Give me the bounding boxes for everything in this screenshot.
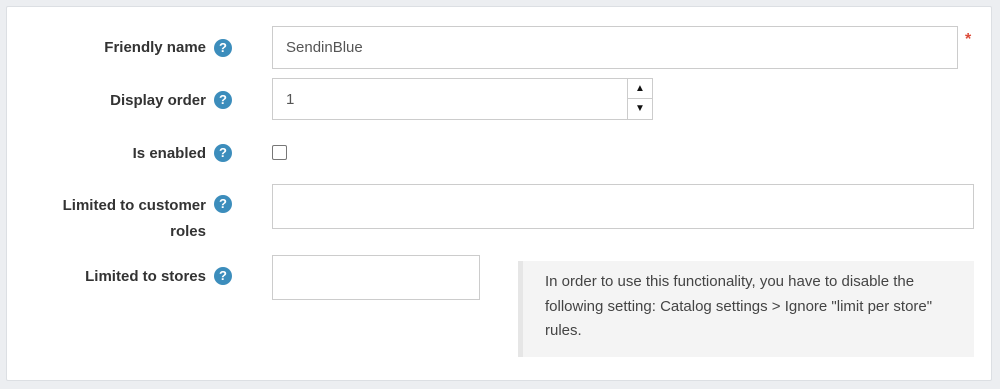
is-enabled-help-icon[interactable]: ? [214, 144, 232, 162]
friendly-name-label: Friendly name [104, 39, 206, 56]
stepper-up-icon[interactable]: ▲ [628, 79, 652, 99]
friendly-name-input[interactable] [272, 26, 958, 69]
display-order-help-icon[interactable]: ? [214, 91, 232, 109]
stores-help-icon[interactable]: ? [214, 267, 232, 285]
stores-input[interactable] [272, 255, 480, 300]
is-enabled-checkbox[interactable] [272, 145, 287, 160]
store-limit-note: In order to use this functionality, you … [518, 261, 974, 357]
display-order-label: Display order [110, 92, 206, 109]
display-order-input[interactable] [272, 78, 628, 120]
display-order-stepper: ▲ ▼ [627, 78, 653, 120]
stores-label: Limited to stores [85, 268, 206, 285]
customer-roles-label-line2: roles [170, 223, 206, 240]
customer-roles-input[interactable] [272, 184, 974, 229]
is-enabled-label: Is enabled [132, 145, 206, 162]
customer-roles-label: Limited to customer roles [46, 193, 206, 245]
stepper-down-icon[interactable]: ▼ [628, 99, 652, 119]
required-marker: * [965, 31, 972, 48]
friendly-name-help-icon[interactable]: ? [214, 39, 232, 57]
customer-roles-help-icon[interactable]: ? [214, 195, 232, 213]
customer-roles-label-line1: Limited to customer [62, 197, 206, 214]
